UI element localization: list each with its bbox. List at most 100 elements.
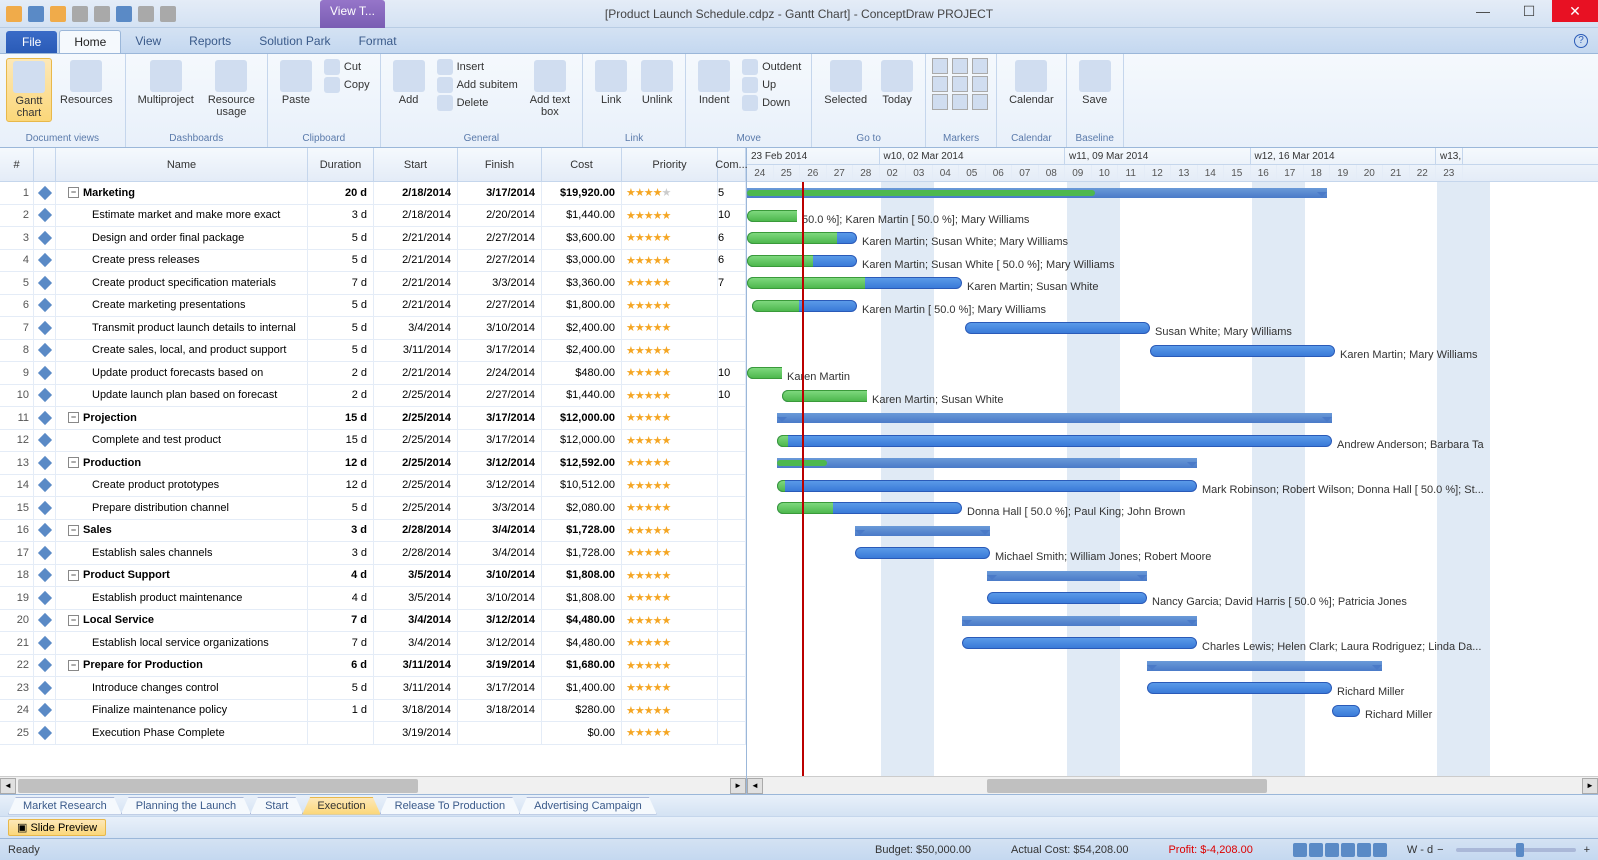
link-button[interactable]: Link <box>589 58 633 108</box>
table-row[interactable]: 25Execution Phase Complete3/19/2014$0.00… <box>0 722 746 745</box>
gantt-row[interactable]: Susan White; Mary Williams <box>747 317 1598 340</box>
marker-icon[interactable] <box>932 76 948 92</box>
resources-button[interactable]: Resources <box>54 58 119 108</box>
scroll-right-icon[interactable]: ► <box>730 778 746 794</box>
marker-icon[interactable] <box>932 94 948 110</box>
day-header[interactable]: 12 <box>1145 165 1172 182</box>
close-button[interactable]: ✕ <box>1552 0 1598 22</box>
sheet-tab-planning-the-launch[interactable]: Planning the Launch <box>121 797 251 815</box>
gantt-row[interactable]: Karen Martin; Susan White; Mary Williams <box>747 227 1598 250</box>
qat-preview-icon[interactable] <box>160 6 176 22</box>
day-header[interactable]: 09 <box>1065 165 1092 182</box>
day-header[interactable]: 18 <box>1304 165 1331 182</box>
table-row[interactable]: 1−Marketing20 d2/18/20143/17/2014$19,920… <box>0 182 746 205</box>
gantt-row[interactable] <box>747 565 1598 588</box>
add-button[interactable]: Add <box>387 58 431 108</box>
col-indicator[interactable] <box>34 148 56 181</box>
table-row[interactable]: 7Transmit product launch details to inte… <box>0 317 746 340</box>
marker-icon[interactable] <box>952 94 968 110</box>
status-view-icons[interactable] <box>1293 843 1387 857</box>
col-finish[interactable]: Finish <box>458 148 542 181</box>
table-row[interactable]: 4Create press releases5 d2/21/20142/27/2… <box>0 250 746 273</box>
day-header[interactable]: 07 <box>1012 165 1039 182</box>
day-header[interactable]: 04 <box>933 165 960 182</box>
marker-icon[interactable] <box>932 58 948 74</box>
table-row[interactable]: 24Finalize maintenance policy1 d3/18/201… <box>0 700 746 723</box>
menu-tab-format[interactable]: Format <box>345 30 411 53</box>
marker-icon[interactable] <box>972 76 988 92</box>
scroll-thumb[interactable] <box>18 779 418 793</box>
summary-bar[interactable] <box>777 413 1332 423</box>
menu-tab-reports[interactable]: Reports <box>175 30 245 53</box>
task-bar[interactable]: Nancy Garcia; David Harris [ 50.0 %]; Pa… <box>987 592 1147 604</box>
maximize-button[interactable]: ☐ <box>1506 0 1552 22</box>
task-bar[interactable]: Susan White; Mary Williams <box>965 322 1150 334</box>
sheet-tab-start[interactable]: Start <box>250 797 303 815</box>
gantt-row[interactable] <box>747 182 1598 205</box>
save-button[interactable]: Save <box>1073 58 1117 108</box>
table-row[interactable]: 21Establish local service organizations7… <box>0 632 746 655</box>
collapse-icon[interactable]: − <box>68 457 79 468</box>
sheet-tab-execution[interactable]: Execution <box>302 797 380 815</box>
zoom-in-icon[interactable]: + <box>1584 844 1590 856</box>
summary-bar[interactable] <box>987 571 1147 581</box>
task-bar[interactable]: Mark Robinson; Robert Wilson; Donna Hall… <box>777 480 1197 492</box>
day-header[interactable]: 21 <box>1383 165 1410 182</box>
col-priority[interactable]: Priority <box>622 148 718 181</box>
qat-redo-icon[interactable] <box>94 6 110 22</box>
delete-button[interactable]: Delete <box>433 94 522 112</box>
menu-tab-home[interactable]: Home <box>59 30 121 53</box>
task-bar[interactable]: Charles Lewis; Helen Clark; Laura Rodrig… <box>962 637 1197 649</box>
day-header[interactable]: 24 <box>747 165 774 182</box>
menu-tab-solution-park[interactable]: Solution Park <box>245 30 344 53</box>
col-cost[interactable]: Cost <box>542 148 622 181</box>
gantt-button[interactable]: Ganttchart <box>6 58 52 122</box>
table-row[interactable]: 8Create sales, local, and product suppor… <box>0 340 746 363</box>
summary-bar[interactable] <box>777 458 1197 468</box>
gantt-row[interactable] <box>747 452 1598 475</box>
day-header[interactable]: 25 <box>774 165 801 182</box>
add-subitem-button[interactable]: Add subitem <box>433 76 522 94</box>
day-header[interactable]: 05 <box>959 165 986 182</box>
day-header[interactable]: 19 <box>1330 165 1357 182</box>
day-header[interactable]: 06 <box>986 165 1013 182</box>
col-name[interactable]: Name <box>56 148 308 181</box>
today-button[interactable]: Today <box>875 58 919 108</box>
collapse-icon[interactable]: − <box>68 660 79 671</box>
file-menu-button[interactable]: File <box>6 31 57 53</box>
summary-bar[interactable] <box>1147 661 1382 671</box>
day-header[interactable]: 14 <box>1198 165 1225 182</box>
task-bar[interactable]: Michael Smith; William Jones; Robert Moo… <box>855 547 990 559</box>
paste-button[interactable]: Paste <box>274 58 318 108</box>
table-row[interactable]: 18−Product Support4 d3/5/20143/10/2014$1… <box>0 565 746 588</box>
gantt-row[interactable]: Karen Martin; Susan White [ 50.0 %]; Mar… <box>747 250 1598 273</box>
week-header[interactable]: w11, 09 Mar 2014 <box>1065 148 1251 164</box>
insert-button[interactable]: Insert <box>433 58 522 76</box>
sheet-tab-advertising-campaign[interactable]: Advertising Campaign <box>519 797 657 815</box>
table-row[interactable]: 23Introduce changes control5 d3/11/20143… <box>0 677 746 700</box>
week-header[interactable]: w12, 16 Mar 2014 <box>1251 148 1437 164</box>
week-header[interactable]: 23 Feb 2014 <box>747 148 880 164</box>
marker-icon[interactable] <box>952 76 968 92</box>
gantt-row[interactable]: Nancy Garcia; David Harris [ 50.0 %]; Pa… <box>747 587 1598 610</box>
scroll-right-icon[interactable]: ► <box>1582 778 1598 794</box>
day-header[interactable]: 28 <box>853 165 880 182</box>
day-header[interactable]: 10 <box>1092 165 1119 182</box>
table-row[interactable]: 22−Prepare for Production6 d3/11/20143/1… <box>0 655 746 678</box>
calendar-button[interactable]: Calendar <box>1003 58 1060 108</box>
table-row[interactable]: 12Complete and test product15 d2/25/2014… <box>0 430 746 453</box>
task-bar[interactable]: Karen Martin; Mary Williams <box>1150 345 1335 357</box>
table-row[interactable]: 2Estimate market and make more exact3 d2… <box>0 205 746 228</box>
table-row[interactable]: 20−Local Service7 d3/4/20143/12/2014$4,4… <box>0 610 746 633</box>
sheet-tab-market-research[interactable]: Market Research <box>8 797 122 815</box>
gantt-row[interactable]: Richard Miller <box>747 700 1598 723</box>
week-header[interactable]: w10, 02 Mar 2014 <box>880 148 1066 164</box>
table-row[interactable]: 10Update launch plan based on forecast2 … <box>0 385 746 408</box>
scroll-thumb[interactable] <box>987 779 1267 793</box>
qat-refresh-icon[interactable] <box>116 6 132 22</box>
gantt-row[interactable]: Michael Smith; William Jones; Robert Moo… <box>747 542 1598 565</box>
day-header[interactable]: 20 <box>1357 165 1384 182</box>
zoom-out-icon[interactable]: − <box>1437 844 1443 856</box>
summary-bar[interactable] <box>962 616 1197 626</box>
day-header[interactable]: 11 <box>1118 165 1145 182</box>
